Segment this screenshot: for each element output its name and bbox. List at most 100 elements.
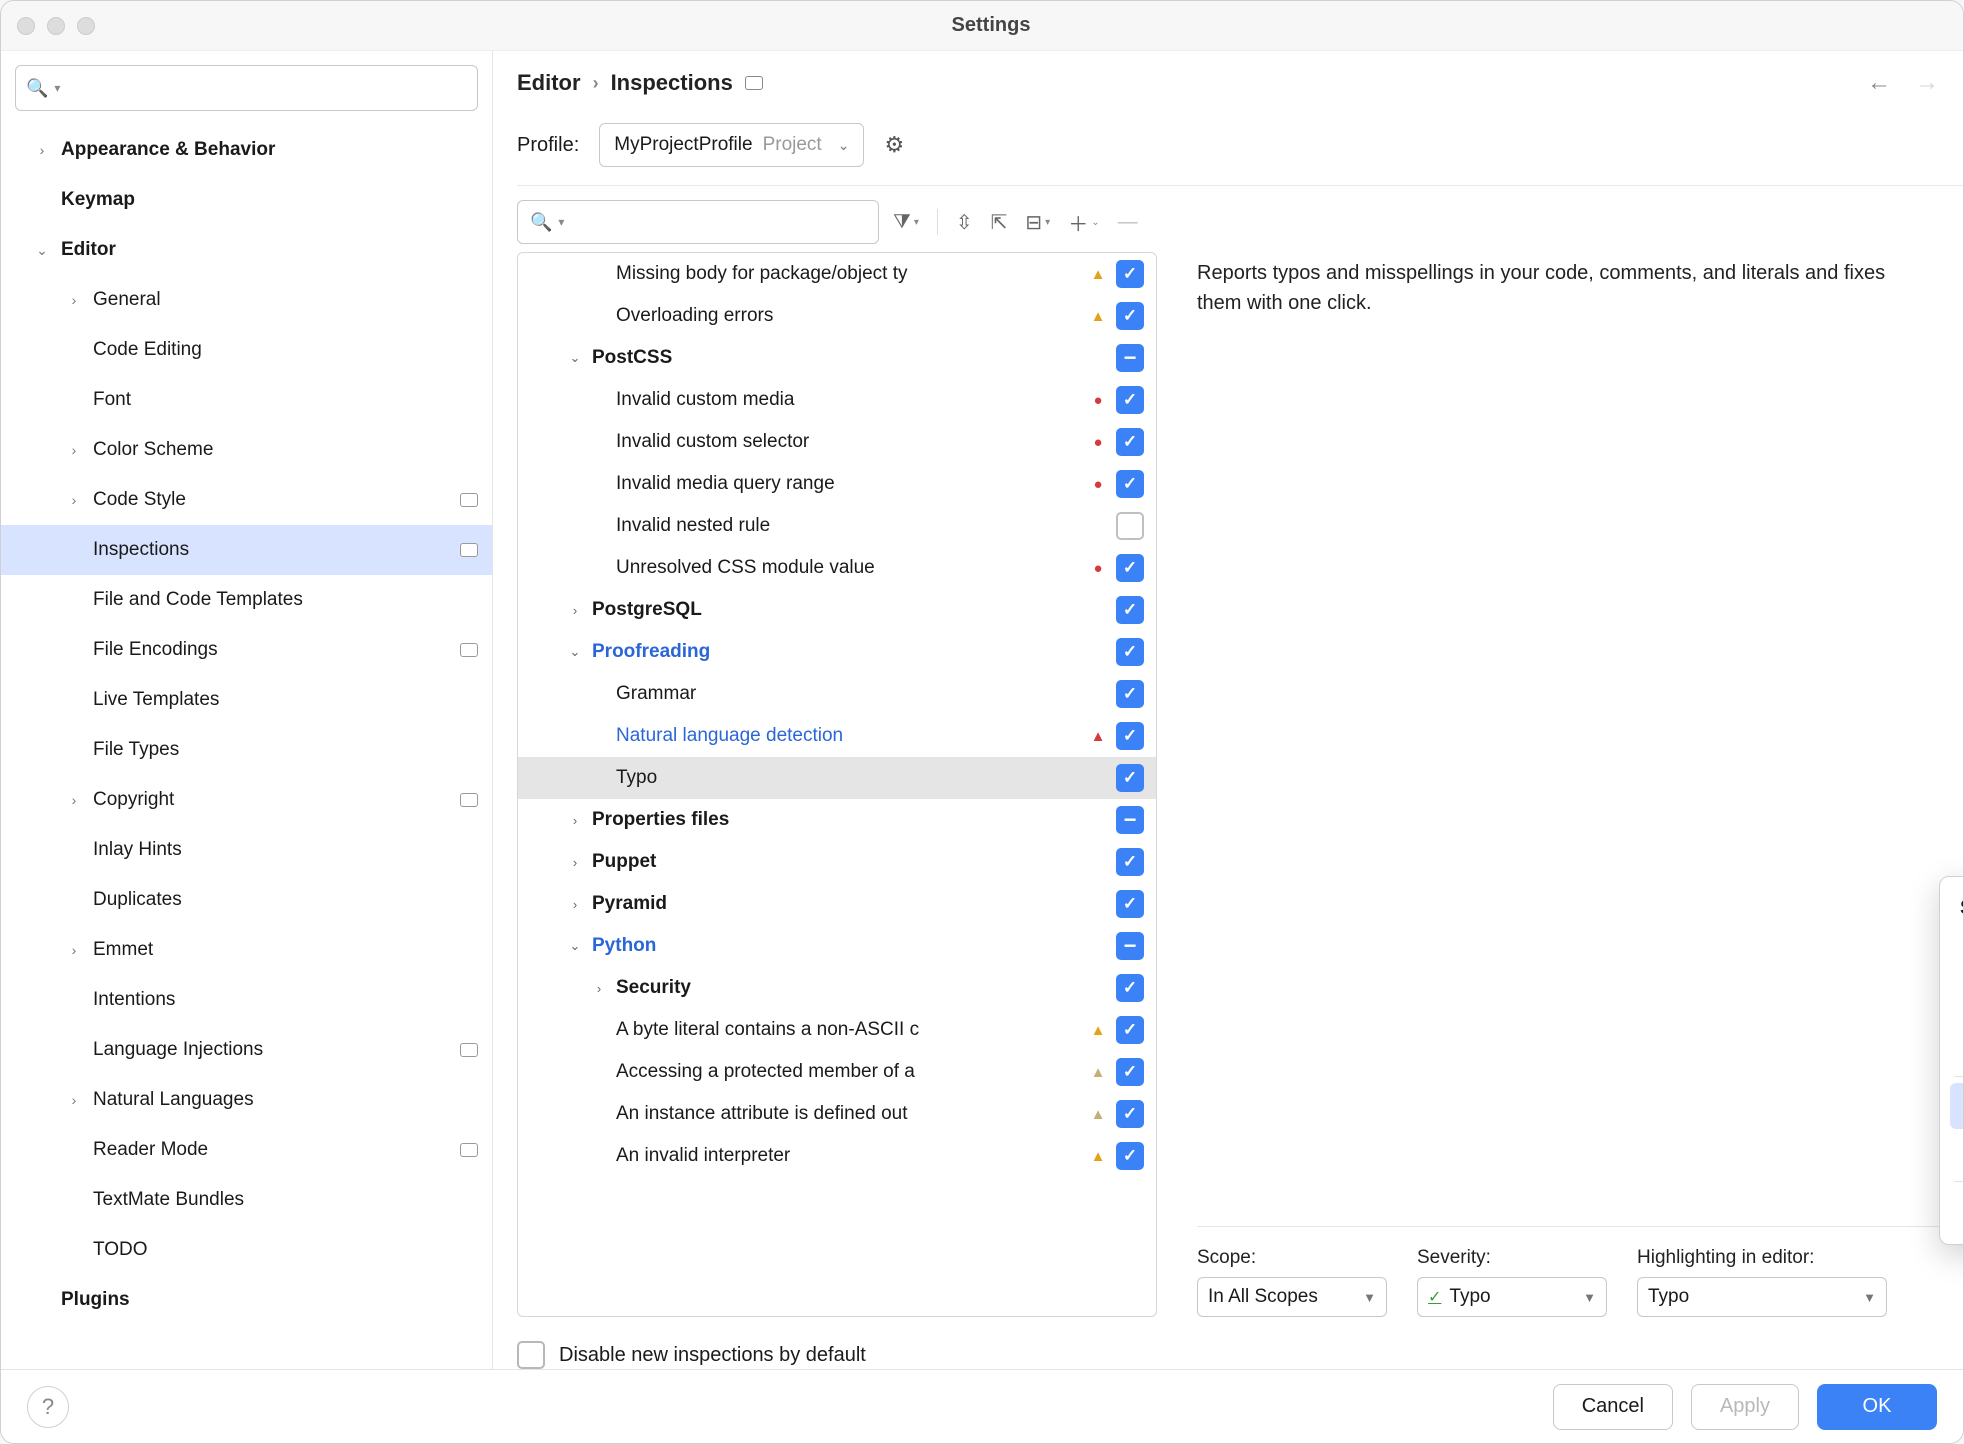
profile-combo[interactable]: MyProjectProfile Project ⌄: [599, 123, 864, 167]
inspection-checkbox[interactable]: [1116, 386, 1144, 414]
inspection-category-security[interactable]: ›Security: [518, 967, 1156, 1009]
sidebar-item-natural-languages[interactable]: ›Natural Languages: [1, 1075, 492, 1125]
collapse-all-icon[interactable]: ⇱: [991, 210, 1008, 235]
inspection-item-unresolved-css-module-value[interactable]: Unresolved CSS module value●: [518, 547, 1156, 589]
inspection-checkbox[interactable]: [1116, 764, 1144, 792]
close-icon[interactable]: [17, 17, 35, 35]
inspection-category-postcss[interactable]: ⌄PostCSS: [518, 337, 1156, 379]
inspection-category-pyramid[interactable]: ›Pyramid: [518, 883, 1156, 925]
inspection-item-accessing-a-protected-member-of-a[interactable]: Accessing a protected member of a▲: [518, 1051, 1156, 1093]
scope-option-open-files[interactable]: Open Files: [1950, 1024, 1963, 1070]
help-icon[interactable]: ?: [27, 1386, 69, 1428]
breadcrumb-editor[interactable]: Editor: [517, 70, 581, 96]
sidebar-item-duplicates[interactable]: Duplicates: [1, 875, 492, 925]
inspection-checkbox[interactable]: [1116, 1016, 1144, 1044]
inspection-checkbox[interactable]: [1116, 1058, 1144, 1086]
window-title: Settings: [95, 14, 1887, 37]
inspections-list[interactable]: Missing body for package/object ty▲Overl…: [518, 253, 1156, 1316]
sidebar-item-code-editing[interactable]: Code Editing: [1, 325, 492, 375]
sidebar-item-reader-mode[interactable]: Reader Mode: [1, 1125, 492, 1175]
inspection-item-grammar[interactable]: Grammar: [518, 673, 1156, 715]
sidebar-item-general[interactable]: ›General: [1, 275, 492, 325]
inspection-category-proofreading[interactable]: ⌄Proofreading: [518, 631, 1156, 673]
inspection-item-natural-language-detection[interactable]: Natural language detection▲: [518, 715, 1156, 757]
sidebar-item-intentions[interactable]: Intentions: [1, 975, 492, 1025]
inspection-checkbox[interactable]: [1116, 722, 1144, 750]
inspection-item-invalid-media-query-range[interactable]: Invalid media query range●: [518, 463, 1156, 505]
sidebar-item-language-injections[interactable]: Language Injections: [1, 1025, 492, 1075]
gear-icon[interactable]: ⚙: [884, 132, 904, 158]
sidebar-item-copyright[interactable]: ›Copyright: [1, 775, 492, 825]
sidebar-item-inspections[interactable]: Inspections: [1, 525, 492, 575]
inspection-checkbox[interactable]: [1116, 554, 1144, 582]
inspection-checkbox[interactable]: [1116, 596, 1144, 624]
chevron-right-icon: ›: [65, 492, 83, 508]
scope-combo[interactable]: In All Scopes ▼: [1197, 1277, 1387, 1317]
cancel-button[interactable]: Cancel: [1553, 1384, 1673, 1430]
settings-sidebar: 🔍 ▾ ›Appearance & BehaviorKeymap⌄Editor›…: [1, 51, 493, 1369]
inspection-checkbox[interactable]: [1116, 344, 1144, 372]
sidebar-item-file-and-code-templates[interactable]: File and Code Templates: [1, 575, 492, 625]
nav-back-icon[interactable]: ←: [1867, 69, 1891, 97]
inspection-item-typo[interactable]: Typo: [518, 757, 1156, 799]
expand-all-icon[interactable]: ⇳: [956, 210, 973, 235]
scope-option-test[interactable]: Test: [1950, 1083, 1963, 1129]
sidebar-item-emmet[interactable]: ›Emmet: [1, 925, 492, 975]
inspection-item-invalid-nested-rule[interactable]: Invalid nested rule: [518, 505, 1156, 547]
sidebar-item-font[interactable]: Font: [1, 375, 492, 425]
inspection-checkbox[interactable]: [1116, 512, 1144, 540]
inspection-checkbox[interactable]: [1116, 638, 1144, 666]
sidebar-item-inlay-hints[interactable]: Inlay Hints: [1, 825, 492, 875]
sidebar-item-live-templates[interactable]: Live Templates: [1, 675, 492, 725]
inspection-item-an-instance-attribute-is-defined-out[interactable]: An instance attribute is defined out▲: [518, 1093, 1156, 1135]
inspection-checkbox[interactable]: [1116, 806, 1144, 834]
inspection-item-a-byte-literal-contains-a-non-ascii-c[interactable]: A byte literal contains a non-ASCII c▲: [518, 1009, 1156, 1051]
inspection-checkbox[interactable]: [1116, 932, 1144, 960]
inspection-item-invalid-custom-media[interactable]: Invalid custom media●: [518, 379, 1156, 421]
inspection-category-puppet[interactable]: ›Puppet: [518, 841, 1156, 883]
inspection-checkbox[interactable]: [1116, 302, 1144, 330]
severity-combo[interactable]: ✓ Typo ▼: [1417, 1277, 1607, 1317]
inspection-checkbox[interactable]: [1116, 260, 1144, 288]
inspection-checkbox[interactable]: [1116, 470, 1144, 498]
add-icon[interactable]: ＋⌄: [1068, 208, 1099, 237]
inspection-item-invalid-custom-selector[interactable]: Invalid custom selector●: [518, 421, 1156, 463]
inspection-checkbox[interactable]: [1116, 428, 1144, 456]
disable-new-checkbox[interactable]: [517, 1341, 545, 1369]
scope-option-project-files[interactable]: Project Files: [1950, 932, 1963, 978]
inspection-item-an-invalid-interpreter[interactable]: An invalid interpreter▲: [518, 1135, 1156, 1177]
inspection-checkbox[interactable]: [1116, 680, 1144, 708]
inspection-item-missing-body-for-package-object-ty[interactable]: Missing body for package/object ty▲: [518, 253, 1156, 295]
inspection-category-python[interactable]: ⌄Python: [518, 925, 1156, 967]
inspection-checkbox[interactable]: [1116, 890, 1144, 918]
inspection-checkbox[interactable]: [1116, 1100, 1144, 1128]
sidebar-item-file-encodings[interactable]: File Encodings: [1, 625, 492, 675]
inspection-checkbox[interactable]: [1116, 974, 1144, 1002]
inspection-category-properties-files[interactable]: ›Properties files: [518, 799, 1156, 841]
sidebar-item-todo[interactable]: TODO: [1, 1225, 492, 1275]
sidebar-item-appearance-behavior[interactable]: ›Appearance & Behavior: [1, 125, 492, 175]
minimize-icon[interactable]: [47, 17, 65, 35]
sidebar-item-textmate-bundles[interactable]: TextMate Bundles: [1, 1175, 492, 1225]
inspection-category-postgresql[interactable]: ›PostgreSQL: [518, 589, 1156, 631]
sidebar-item-plugins[interactable]: Plugins: [1, 1275, 492, 1325]
inspection-search[interactable]: 🔍 ▾: [517, 200, 879, 244]
settings-tree[interactable]: ›Appearance & BehaviorKeymap⌄Editor›Gene…: [1, 121, 492, 1369]
inspection-checkbox[interactable]: [1116, 848, 1144, 876]
zoom-icon[interactable]: [77, 17, 95, 35]
highlight-combo[interactable]: Typo ▼: [1637, 1277, 1887, 1317]
inspection-item-overloading-errors[interactable]: Overloading errors▲: [518, 295, 1156, 337]
disable-icon[interactable]: ⊟▾: [1025, 210, 1050, 235]
scope-option-production[interactable]: Production: [1950, 1129, 1963, 1175]
edit-scopes-order[interactable]: Edit Scopes Order…: [1950, 1188, 1963, 1234]
sidebar-item-color-scheme[interactable]: ›Color Scheme: [1, 425, 492, 475]
scope-option-scratches-and-consoles[interactable]: Scratches and Consoles: [1950, 978, 1963, 1024]
inspection-checkbox[interactable]: [1116, 1142, 1144, 1170]
ok-button[interactable]: OK: [1817, 1384, 1937, 1430]
sidebar-item-code-style[interactable]: ›Code Style: [1, 475, 492, 525]
sidebar-item-editor[interactable]: ⌄Editor: [1, 225, 492, 275]
sidebar-item-file-types[interactable]: File Types: [1, 725, 492, 775]
filter-icon[interactable]: ⧩▾: [893, 211, 919, 234]
sidebar-search[interactable]: 🔍 ▾: [15, 65, 478, 111]
sidebar-item-keymap[interactable]: Keymap: [1, 175, 492, 225]
